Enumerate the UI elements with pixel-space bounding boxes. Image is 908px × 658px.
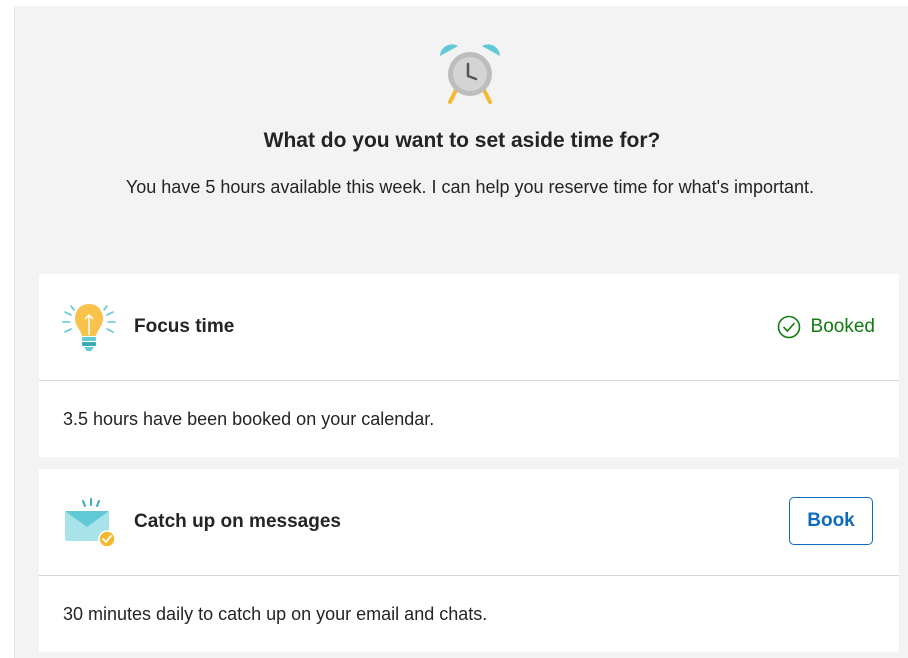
card-header: Focus time Booked xyxy=(39,274,899,381)
booked-status: Booked xyxy=(777,274,875,380)
focus-time-card: Focus time Booked 3.5 hours have been bo… xyxy=(39,274,899,457)
envelope-check-icon xyxy=(65,498,116,547)
card-title: Catch up on messages xyxy=(134,511,341,532)
catch-up-messages-card: Catch up on messages Book 30 minutes dai… xyxy=(39,469,899,652)
book-button[interactable]: Book xyxy=(789,497,873,545)
lightbulb-icon xyxy=(62,304,116,351)
card-title: Focus time xyxy=(134,316,235,337)
page-title: What do you want to set aside time for? xyxy=(263,129,661,152)
card-header: Catch up on messages Book xyxy=(39,469,899,576)
card-description: 30 minutes daily to catch up on your ema… xyxy=(63,604,488,624)
alarm-clock-icon xyxy=(440,44,500,104)
page-subtitle: You have 5 hours available this week. I … xyxy=(125,177,815,197)
time-planner-panel: What do you want to set aside time for? … xyxy=(14,6,908,658)
booked-label: Booked xyxy=(810,316,875,337)
card-description: 3.5 hours have been booked on your calen… xyxy=(63,409,435,429)
checkmark-circle-icon xyxy=(777,315,800,339)
